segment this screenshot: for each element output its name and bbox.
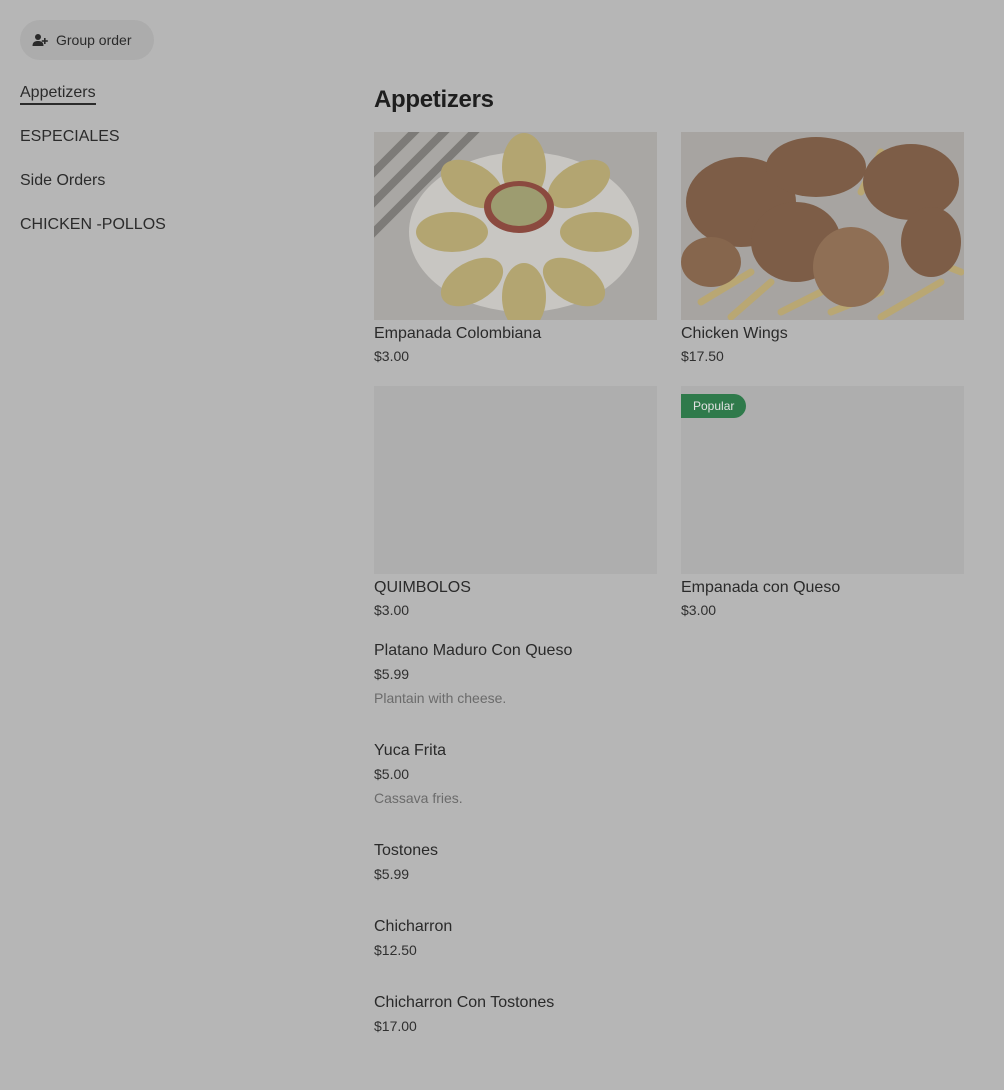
item-price: $12.50: [374, 942, 417, 958]
chicken-wings-photo: [681, 132, 964, 320]
item-price: $17.50: [681, 348, 724, 364]
item-price: $3.00: [681, 602, 717, 618]
list-item-chicharron[interactable]: Chicharron $12.50: [374, 916, 974, 992]
list-item-platano-maduro[interactable]: Platano Maduro Con Queso $5.99 Plantain …: [374, 640, 974, 740]
item-name: Yuca Frita: [374, 742, 447, 759]
sidebar-item-appetizers[interactable]: Appetizers: [20, 80, 320, 124]
list-item-tostones[interactable]: Tostones $5.99: [374, 840, 974, 916]
item-description: Plantain with cheese.: [374, 690, 507, 706]
sidebar-item-label: Side Orders: [20, 172, 106, 189]
list-item-chicharron-con-tostones[interactable]: Chicharron Con Tostones $17.00: [374, 992, 974, 1052]
menu-section: Appetizers Empanada Colombiana $3.00 Chi…: [374, 84, 974, 1052]
item-name: Empanada Colombiana: [374, 325, 542, 342]
item-name: QUIMBOLOS: [374, 579, 471, 596]
item-description: Cassava fries.: [374, 790, 463, 806]
sidebar-item-chicken-pollos[interactable]: CHICKEN -POLLOS: [20, 212, 320, 256]
item-name: Chicharron Con Tostones: [374, 994, 555, 1011]
featured-grid: Empanada Colombiana $3.00 Chicken Wings …: [374, 132, 974, 618]
menu-list: Platano Maduro Con Queso $5.99 Plantain …: [374, 640, 974, 1052]
menu-card-empanada-con-queso[interactable]: Popular Empanada con Queso $3.00: [681, 386, 964, 618]
menu-card-empanada-colombiana[interactable]: Empanada Colombiana $3.00: [374, 132, 657, 364]
sidebar-item-side-orders[interactable]: Side Orders: [20, 168, 320, 212]
group-order-label: Group order: [56, 32, 132, 48]
empanadas-photo: [374, 132, 657, 320]
sidebar-item-label: ESPECIALES: [20, 128, 120, 145]
item-price: $5.00: [374, 766, 410, 782]
sidebar-item-label: Appetizers: [20, 84, 96, 105]
section-title: Appetizers: [374, 86, 494, 113]
item-name: Empanada con Queso: [681, 579, 841, 596]
item-image-placeholder: Popular: [681, 386, 964, 574]
item-image-placeholder: [374, 386, 657, 574]
add-person-icon: [32, 34, 48, 46]
sidebar-item-label: CHICKEN -POLLOS: [20, 216, 166, 233]
item-price: $3.00: [374, 602, 410, 618]
item-name: Platano Maduro Con Queso: [374, 642, 573, 659]
item-name: Tostones: [374, 842, 439, 859]
list-item-yuca-frita[interactable]: Yuca Frita $5.00 Cassava fries.: [374, 740, 974, 840]
menu-card-chicken-wings[interactable]: Chicken Wings $17.50: [681, 132, 964, 364]
menu-card-quimbolos[interactable]: QUIMBOLOS $3.00: [374, 386, 657, 618]
group-order-button[interactable]: Group order: [20, 20, 154, 60]
category-sidebar: Appetizers ESPECIALES Side Orders CHICKE…: [20, 80, 320, 256]
item-price: $5.99: [374, 666, 410, 682]
item-price: $5.99: [374, 866, 410, 882]
item-name: Chicharron: [374, 918, 453, 935]
item-price: $17.00: [374, 1018, 417, 1034]
popular-badge: Popular: [681, 394, 747, 418]
sidebar-item-especiales[interactable]: ESPECIALES: [20, 124, 320, 168]
item-price: $3.00: [374, 348, 410, 364]
item-name: Chicken Wings: [681, 325, 788, 342]
